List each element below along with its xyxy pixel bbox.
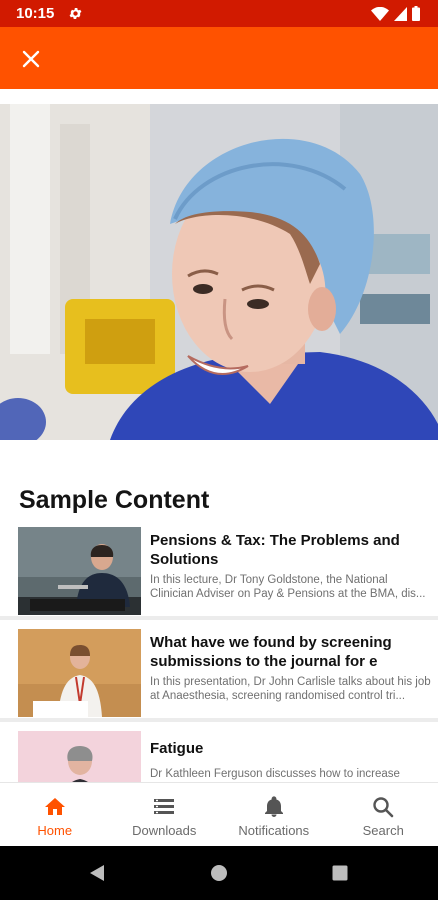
divider <box>0 718 438 722</box>
nav-downloads[interactable]: Downloads <box>110 783 220 846</box>
status-time: 10:15 <box>16 5 55 22</box>
item-description: In this lecture, Dr Tony Goldstone, the … <box>150 574 426 600</box>
content-list: Pensions & Tax: The Problems and Solutio… <box>0 520 438 782</box>
bell-icon <box>264 796 283 817</box>
nav-home[interactable]: Home <box>0 783 110 846</box>
recents-icon[interactable] <box>331 864 349 882</box>
hero-photo <box>0 104 438 440</box>
home-icon <box>44 798 65 815</box>
bottom-nav: Home Downloads Notifications Search <box>0 782 438 846</box>
item-thumbnail <box>18 731 141 782</box>
wifi-icon <box>371 6 389 21</box>
item-title: Fatigue <box>150 740 204 757</box>
item-title: What have we found by screening submissi… <box>150 634 392 670</box>
close-button[interactable] <box>16 44 46 74</box>
status-bar: 10:15 <box>0 0 438 27</box>
item-title: Pensions & Tax: The Problems and Solutio… <box>150 532 400 568</box>
item-thumbnail <box>18 629 141 717</box>
divider <box>0 616 438 620</box>
close-icon <box>22 50 40 68</box>
list-item[interactable]: Pensions & Tax: The Problems and Solutio… <box>0 527 438 627</box>
app-bar <box>0 27 438 89</box>
list-item[interactable]: What have we found by screening submissi… <box>0 629 438 729</box>
nav-notifications[interactable]: Notifications <box>219 783 329 846</box>
item-description: In this presentation, Dr John Carlisle t… <box>150 676 431 702</box>
nav-search-label: Search <box>362 823 404 838</box>
system-navigation-bar <box>0 846 438 900</box>
item-description: Dr Kathleen Ferguson discusses how to in… <box>150 768 400 780</box>
hero-image <box>0 104 438 440</box>
home-circle-icon[interactable] <box>210 864 228 882</box>
downloads-icon <box>154 799 175 814</box>
nav-downloads-label: Downloads <box>132 823 197 838</box>
back-icon[interactable] <box>88 864 106 882</box>
item-thumbnail <box>18 527 141 615</box>
nav-home-label: Home <box>37 823 73 838</box>
search-icon <box>373 797 394 818</box>
gear-icon <box>69 8 82 19</box>
section-title: Sample Content <box>19 486 210 514</box>
battery-icon <box>412 6 420 21</box>
list-item[interactable]: Fatigue Dr Kathleen Ferguson discusses h… <box>0 731 438 782</box>
nav-notifications-label: Notifications <box>238 823 310 838</box>
signal-icon <box>394 6 407 21</box>
nav-search[interactable]: Search <box>329 783 438 846</box>
